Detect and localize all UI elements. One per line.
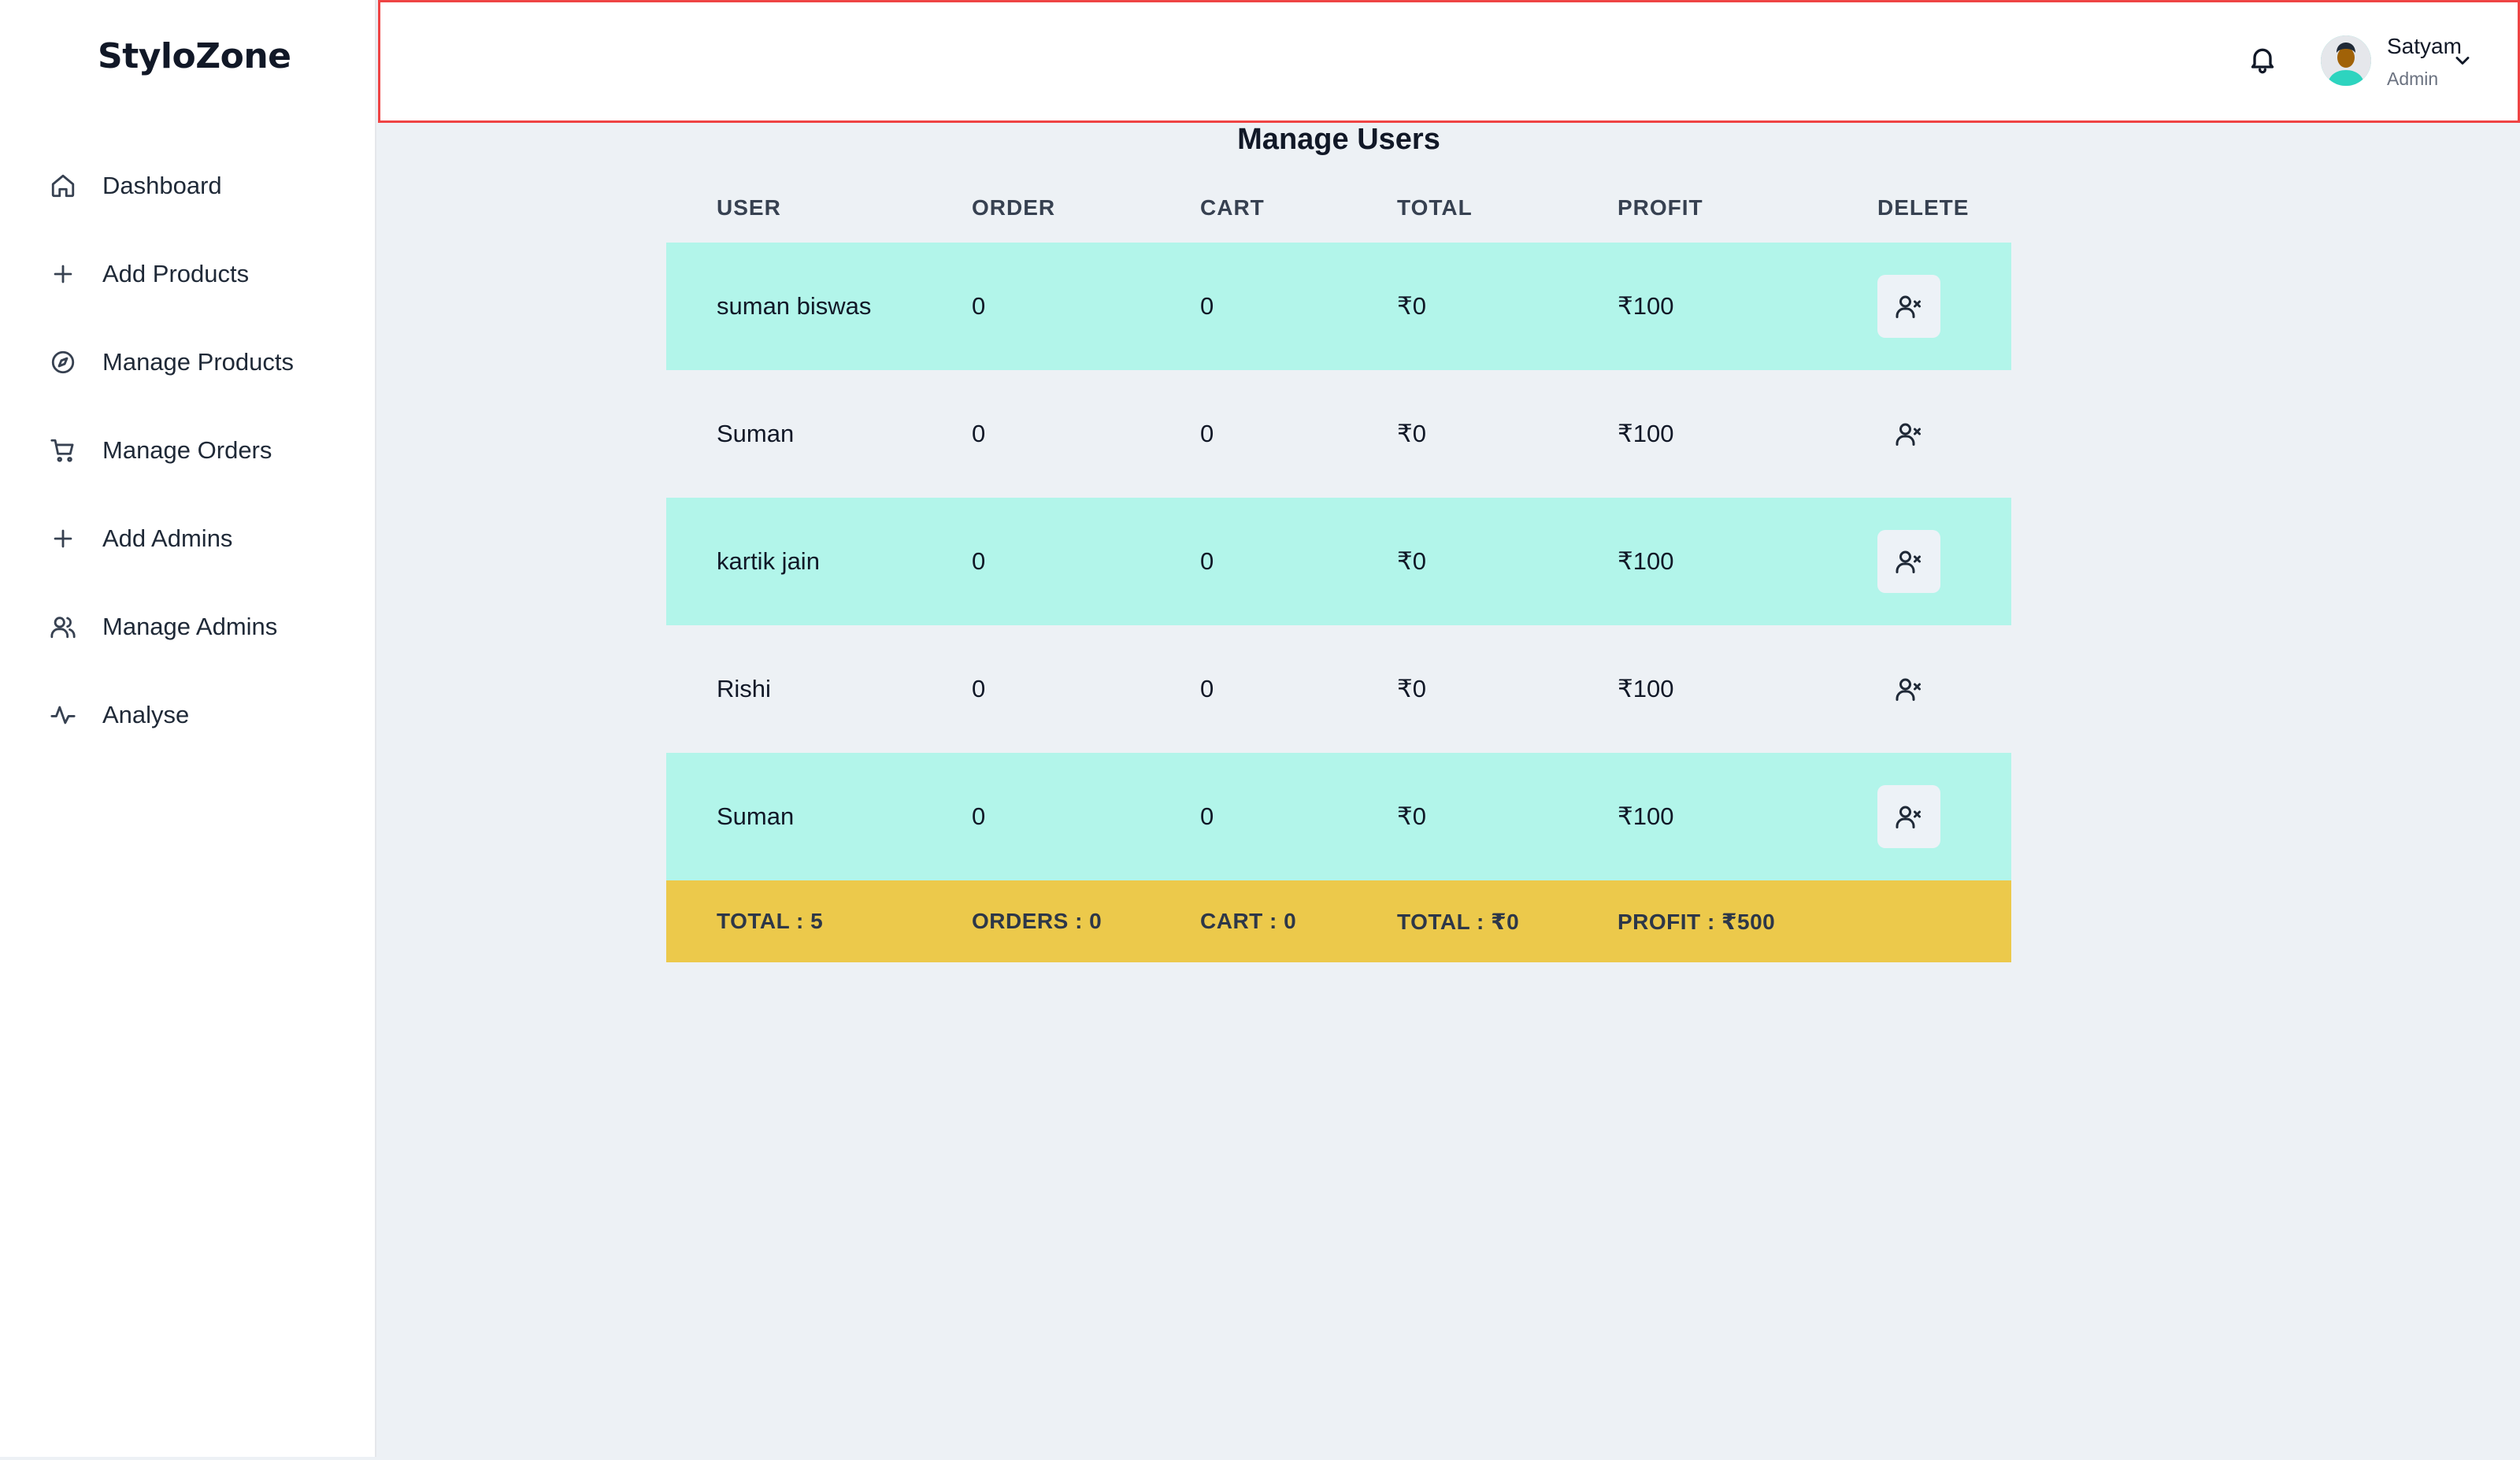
sidebar-item-label: Add Products [102, 260, 250, 287]
compass-icon [49, 348, 77, 376]
column-header-total: TOTAL [1397, 195, 1473, 220]
user-remove-icon [1896, 423, 1921, 446]
footer-cart: CART : 0 [1200, 909, 1297, 933]
user-remove-icon [1896, 678, 1921, 701]
order-cell: 0 [972, 547, 986, 575]
sidebar-item-label: Manage Orders [102, 436, 272, 464]
chevron-down-icon[interactable] [2451, 50, 2475, 73]
sidebar-item-manage-orders[interactable]: Manage Orders [0, 406, 375, 495]
profit-cell: ₹100 [1618, 547, 1674, 575]
table-row: Suman 0 0 ₹0 ₹100 [666, 370, 2011, 498]
delete-user-button[interactable] [1877, 402, 1940, 465]
table-row: suman biswas 0 0 ₹0 ₹100 [666, 243, 2011, 370]
sidebar-item-label: Add Admins [102, 524, 233, 552]
user-cell: kartik jain [717, 547, 820, 575]
user-cell: Suman [717, 802, 795, 830]
profit-cell: ₹100 [1618, 420, 1674, 447]
activity-icon [49, 701, 77, 729]
notification-bell-icon[interactable] [2247, 43, 2281, 78]
column-header-profit: PROFIT [1618, 195, 1703, 220]
sidebar-item-label: Manage Admins [102, 613, 278, 640]
user-cell: Rishi [717, 675, 771, 702]
page-title: Manage Users [1237, 123, 1440, 156]
user-remove-icon [1896, 806, 1921, 828]
order-cell: 0 [972, 420, 986, 447]
total-cell: ₹0 [1397, 420, 1426, 447]
table-row: Suman 0 0 ₹0 ₹100 [666, 753, 2011, 880]
footer-orders: ORDERS : 0 [972, 909, 1102, 933]
plus-icon [49, 260, 77, 288]
delete-user-button[interactable] [1877, 530, 1940, 593]
cart-icon [49, 436, 77, 465]
sidebar-item-label: Manage Products [102, 348, 294, 376]
sidebar-item-manage-admins[interactable]: Manage Admins [0, 583, 375, 671]
cart-cell: 0 [1200, 675, 1214, 702]
sidebar-item-label: Dashboard [102, 172, 222, 199]
delete-user-button[interactable] [1877, 785, 1940, 848]
table-footer-row: TOTAL : 5 ORDERS : 0 CART : 0 TOTAL : ₹0… [666, 880, 2011, 962]
total-cell: ₹0 [1397, 802, 1426, 830]
cart-cell: 0 [1200, 292, 1214, 320]
app-logo[interactable]: StyloZone [98, 36, 291, 76]
profit-cell: ₹100 [1618, 802, 1674, 830]
sidebar: StyloZone Dashboard Add Products Manage … [0, 0, 376, 1457]
delete-user-button[interactable] [1877, 275, 1940, 338]
order-cell: 0 [972, 802, 986, 830]
user-cell: suman biswas [717, 292, 872, 320]
profit-cell: ₹100 [1618, 292, 1674, 320]
user-name: Satyam [2387, 34, 2462, 58]
order-cell: 0 [972, 292, 986, 320]
cart-cell: 0 [1200, 802, 1214, 830]
home-icon [49, 172, 77, 200]
column-header-order: ORDER [972, 195, 1056, 220]
table-header-row: USER ORDER CART TOTAL PROFIT DELETE [666, 173, 2011, 243]
sidebar-item-dashboard[interactable]: Dashboard [0, 142, 375, 230]
sidebar-item-add-products[interactable]: Add Products [0, 230, 375, 318]
user-cell: Suman [717, 420, 795, 447]
user-remove-icon [1896, 295, 1921, 318]
users-icon [49, 613, 77, 641]
user-remove-icon [1896, 550, 1921, 573]
column-header-cart: CART [1200, 195, 1265, 220]
sidebar-item-label: Analyse [102, 701, 190, 728]
sidebar-item-add-admins[interactable]: Add Admins [0, 495, 375, 583]
footer-total-users: TOTAL : 5 [717, 909, 824, 933]
total-cell: ₹0 [1397, 292, 1426, 320]
table-row: Rishi 0 0 ₹0 ₹100 [666, 625, 2011, 753]
total-cell: ₹0 [1397, 547, 1426, 575]
table-row: kartik jain 0 0 ₹0 ₹100 [666, 498, 2011, 625]
sidebar-nav: Dashboard Add Products Manage Products M… [0, 142, 375, 759]
column-header-user: USER [717, 195, 781, 220]
user-role: Admin [2387, 69, 2439, 89]
delete-user-button[interactable] [1877, 658, 1940, 721]
cart-cell: 0 [1200, 420, 1214, 447]
order-cell: 0 [972, 675, 986, 702]
users-table: USER ORDER CART TOTAL PROFIT DELETE suma… [666, 173, 2011, 962]
cart-cell: 0 [1200, 547, 1214, 575]
sidebar-item-analyse[interactable]: Analyse [0, 671, 375, 759]
plus-icon [49, 524, 77, 553]
profit-cell: ₹100 [1618, 675, 1674, 702]
column-header-delete: DELETE [1877, 195, 1970, 220]
footer-profit: PROFIT : ₹500 [1618, 909, 1776, 934]
sidebar-item-manage-products[interactable]: Manage Products [0, 318, 375, 406]
avatar[interactable] [2321, 35, 2371, 86]
top-header: Satyam Admin [378, 0, 2520, 123]
footer-total-amount: TOTAL : ₹0 [1397, 909, 1520, 934]
total-cell: ₹0 [1397, 675, 1426, 702]
